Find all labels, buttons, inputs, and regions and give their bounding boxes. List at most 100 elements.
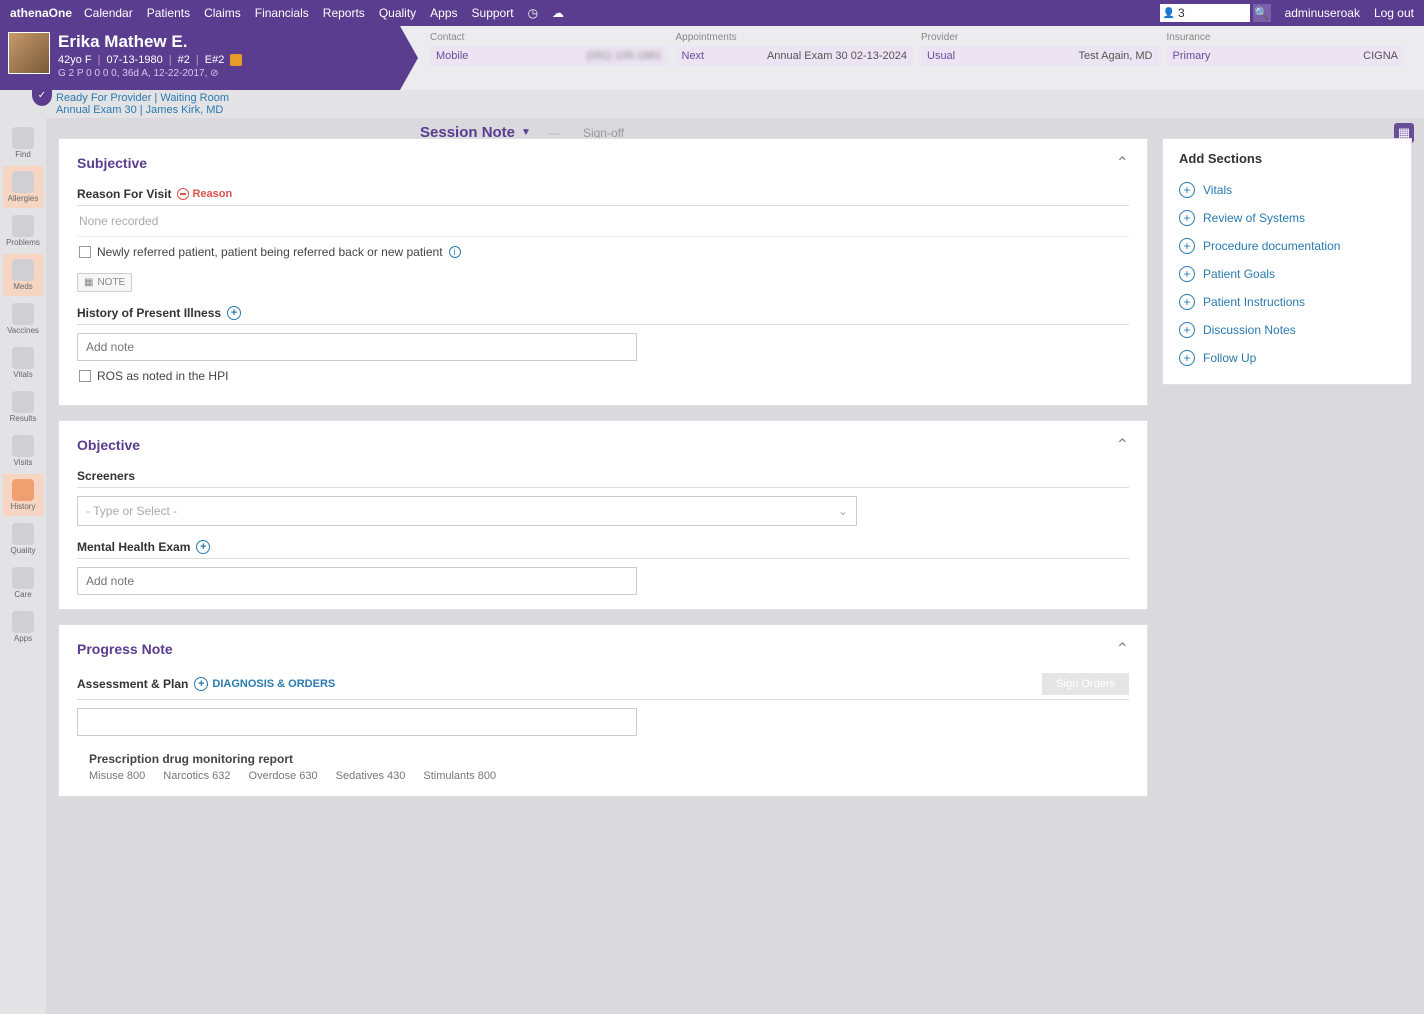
- add-vitals[interactable]: +Vitals: [1179, 176, 1395, 204]
- nav-financials[interactable]: Financials: [255, 6, 309, 20]
- ap-input[interactable]: [77, 708, 637, 736]
- subjective-title: Subjective: [77, 155, 147, 171]
- shield-icon[interactable]: ✓: [32, 84, 52, 106]
- user-link[interactable]: adminuseroak: [1285, 6, 1360, 20]
- right-sidebar: Add Sections +Vitals +Review of Systems …: [1162, 138, 1412, 1006]
- patient-search-input[interactable]: 👤 3: [1160, 4, 1250, 22]
- plus-circle-icon[interactable]: +: [196, 540, 210, 554]
- collapse-icon[interactable]: ⌃: [1116, 639, 1129, 659]
- rail-vitals[interactable]: Vitals: [3, 342, 43, 384]
- status-link-2[interactable]: Annual Exam 30 | James Kirk, MD: [56, 104, 223, 116]
- top-nav: athenaOne Calendar Patients Claims Finan…: [0, 0, 1424, 26]
- screeners-select[interactable]: - Type or Select - ⌄: [77, 496, 857, 526]
- checkbox[interactable]: [79, 370, 91, 382]
- left-rail: Find Allergies Problems Meds Vaccines Vi…: [0, 116, 46, 1014]
- pdmp-item: Sedatives 430: [336, 770, 406, 782]
- rail-find[interactable]: Find: [3, 122, 43, 164]
- logout-link[interactable]: Log out: [1374, 6, 1414, 20]
- apps-icon: [12, 611, 34, 633]
- diagnosis-orders-link[interactable]: + DIAGNOSIS & ORDERS: [194, 677, 335, 691]
- provider-block: Provider Usual Test Again, MD: [921, 32, 1159, 84]
- progress-title: Progress Note: [77, 641, 173, 657]
- plus-circle-icon: +: [1179, 322, 1195, 338]
- plus-circle-icon: +: [1179, 182, 1195, 198]
- rail-meds[interactable]: Meds: [3, 254, 43, 296]
- pdmp-item: Overdose 630: [249, 770, 318, 782]
- main-content: Subjective ⌃ Reason For Visit Reason Non…: [46, 130, 1424, 1014]
- nav-quality[interactable]: Quality: [379, 6, 416, 20]
- insurance-row[interactable]: Primary CIGNA: [1167, 46, 1405, 66]
- alert-badge-icon[interactable]: [230, 54, 242, 66]
- insurance-block: Insurance Primary CIGNA: [1167, 32, 1405, 84]
- rail-apps[interactable]: Apps: [3, 606, 43, 648]
- rail-problems[interactable]: Problems: [3, 210, 43, 252]
- ribbon-icon: [12, 523, 34, 545]
- briefcase-icon: [12, 435, 34, 457]
- status-line: ✓ Ready For Provider | Waiting Room Annu…: [0, 90, 1424, 118]
- avatar[interactable]: [8, 32, 50, 74]
- plus-circle-icon: +: [1179, 210, 1195, 226]
- nav-support[interactable]: Support: [472, 6, 514, 20]
- nav-reports[interactable]: Reports: [323, 6, 365, 20]
- status-link-1[interactable]: Ready For Provider | Waiting Room: [56, 92, 229, 104]
- rail-allergies[interactable]: Allergies: [3, 166, 43, 208]
- note-icon: ▦: [84, 277, 93, 288]
- plus-circle-icon: +: [1179, 294, 1195, 310]
- contact-row[interactable]: Mobile (091) 109-1881: [430, 46, 668, 66]
- ros-checkbox-row[interactable]: ROS as noted in the HPI: [77, 361, 1129, 391]
- search-icon[interactable]: 🔍: [1253, 4, 1271, 22]
- nav-patients[interactable]: Patients: [147, 6, 190, 20]
- screeners-header: Screeners: [77, 469, 1129, 488]
- add-follow-up[interactable]: +Follow Up: [1179, 344, 1395, 372]
- clipboard-icon: [12, 479, 34, 501]
- add-ros[interactable]: +Review of Systems: [1179, 204, 1395, 232]
- reason-required-tag: Reason: [177, 188, 232, 200]
- add-discussion-notes[interactable]: +Discussion Notes: [1179, 316, 1395, 344]
- checkbox[interactable]: [79, 246, 91, 258]
- add-patient-instructions[interactable]: +Patient Instructions: [1179, 288, 1395, 316]
- care-icon: [12, 567, 34, 589]
- collapse-icon[interactable]: ⌃: [1116, 153, 1129, 173]
- brand[interactable]: athenaOne: [10, 6, 72, 20]
- cloud-icon[interactable]: ☁: [552, 6, 564, 20]
- patient-banner: Erika Mathew E. 42yo F| 07-13-1980| #2| …: [0, 26, 1424, 90]
- info-icon[interactable]: i: [449, 246, 461, 258]
- note-button[interactable]: ▦ NOTE: [77, 273, 132, 292]
- sign-orders-button[interactable]: Sign Orders: [1042, 673, 1129, 695]
- ap-header: Assessment & Plan + DIAGNOSIS & ORDERS S…: [77, 673, 1129, 700]
- nav-calendar[interactable]: Calendar: [84, 6, 133, 20]
- hpi-header: History of Present Illness +: [77, 306, 1129, 325]
- pdmp-item: Stimulants 800: [423, 770, 496, 782]
- plus-circle-icon[interactable]: +: [227, 306, 241, 320]
- add-procedure-doc[interactable]: +Procedure documentation: [1179, 232, 1395, 260]
- provider-row[interactable]: Usual Test Again, MD: [921, 46, 1159, 66]
- add-patient-goals[interactable]: +Patient Goals: [1179, 260, 1395, 288]
- rail-results[interactable]: Results: [3, 386, 43, 428]
- plus-circle-icon: +: [1179, 266, 1195, 282]
- heart-icon: [12, 347, 34, 369]
- patient-name[interactable]: Erika Mathew E.: [58, 32, 242, 52]
- clock-icon[interactable]: ◷: [528, 6, 538, 20]
- appointments-row[interactable]: Next Annual Exam 30 02-13-2024: [676, 46, 914, 66]
- nav-apps[interactable]: Apps: [430, 6, 457, 20]
- search-value: 3: [1178, 6, 1185, 20]
- nav-claims[interactable]: Claims: [204, 6, 241, 20]
- rail-vaccines[interactable]: Vaccines: [3, 298, 43, 340]
- add-sections-title: Add Sections: [1179, 151, 1395, 166]
- rail-care[interactable]: Care: [3, 562, 43, 604]
- minus-circle-icon: [177, 188, 189, 200]
- rail-quality[interactable]: Quality: [3, 518, 43, 560]
- syringe-icon: [12, 303, 34, 325]
- rail-visits[interactable]: Visits: [3, 430, 43, 472]
- collapse-icon[interactable]: ⌃: [1116, 435, 1129, 455]
- add-sections-panel: Add Sections +Vitals +Review of Systems …: [1162, 138, 1412, 385]
- hpi-note-input[interactable]: [77, 333, 637, 361]
- search-icon: [12, 127, 34, 149]
- rail-history[interactable]: History: [3, 474, 43, 516]
- pill-icon: [12, 259, 34, 281]
- appointments-block: Appointments Next Annual Exam 30 02-13-2…: [676, 32, 914, 84]
- rfv-new-patient-row[interactable]: Newly referred patient, patient being re…: [77, 237, 1129, 267]
- allergy-icon: [12, 171, 34, 193]
- objective-title: Objective: [77, 437, 140, 453]
- mhe-note-input[interactable]: [77, 567, 637, 595]
